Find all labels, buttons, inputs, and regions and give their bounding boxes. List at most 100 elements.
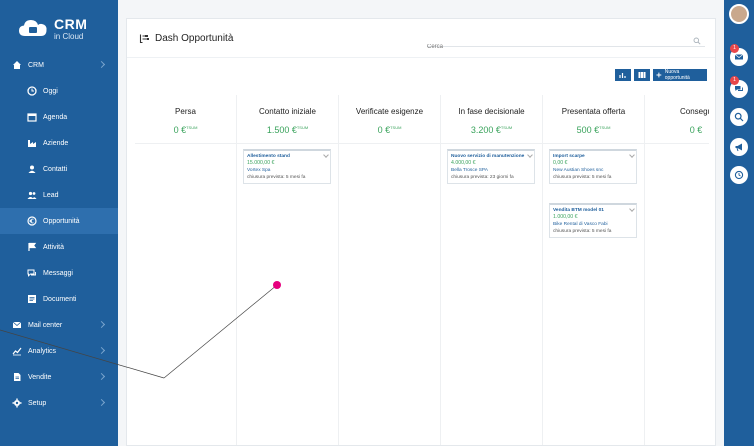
- column-total-value: 1.500 €: [266, 125, 297, 135]
- chat-icon: [735, 86, 743, 91]
- sidebar-item-vendite[interactable]: Vendite: [0, 364, 118, 390]
- sidebar-item-label: CRM: [28, 61, 44, 69]
- toolbar: Nuova opportunità: [615, 69, 707, 81]
- sidebar-item-analytics[interactable]: Analytics: [0, 338, 118, 364]
- column-contatto-iniziale: Contatto iniziale 1.500 €TSUM Allestimen…: [237, 95, 339, 445]
- chevron-icon: [97, 398, 106, 407]
- sidebar-item-label: Oggi: [43, 87, 58, 95]
- notification-badge: 1: [730, 44, 739, 53]
- column-verificate-esigenze: Verificate esigenze 0 €TSUM: [339, 95, 441, 445]
- column-title: Presentata offerta: [561, 107, 626, 116]
- opportunities-panel: Dash Opportunità Nuova opportunità Persa…: [126, 18, 716, 446]
- column-total-value: 500 €: [576, 125, 600, 135]
- sidebar-item-attivita[interactable]: Attività: [0, 234, 118, 260]
- opportunity-name: Allestimento stand: [247, 154, 290, 159]
- sidebar-item-label: Agenda: [43, 113, 68, 121]
- column-consegu: Consegu 0 €: [645, 95, 709, 445]
- sidebar-item-contatti[interactable]: Contatti: [0, 156, 118, 182]
- sidebar-item-label: Attività: [43, 243, 65, 251]
- history-button[interactable]: [730, 166, 748, 184]
- chart-view-button[interactable]: [615, 69, 631, 81]
- opportunity-company[interactable]: Bike Rental di Vasco Fabi: [553, 221, 633, 228]
- euro-icon: [27, 216, 37, 226]
- sidebar-item-label: Opportunità: [43, 217, 80, 225]
- chevron-icon: [97, 60, 106, 69]
- column-title: Verificate esigenze: [355, 107, 424, 116]
- column-total: 3.200 €TSUM: [441, 125, 542, 135]
- search-icon[interactable]: [693, 37, 701, 45]
- home-icon: [13, 61, 21, 69]
- search-button[interactable]: [730, 108, 748, 126]
- chevron-icon: [97, 372, 106, 381]
- opportunity-company[interactable]: Vortex Spa: [247, 167, 327, 174]
- sidebar-item-aziende[interactable]: Aziende: [0, 130, 118, 156]
- avatar[interactable]: [729, 4, 749, 24]
- sidebar-item-documenti[interactable]: Documenti: [0, 286, 118, 312]
- announcements-button[interactable]: [730, 138, 748, 156]
- chart-icon: [12, 347, 22, 356]
- sidebar-item-crm[interactable]: CRM: [0, 52, 118, 78]
- opportunity-card[interactable]: Nuovo servizio di manutenzione 4.000,00 …: [447, 149, 535, 184]
- columns-icon: [638, 72, 646, 78]
- chat-button[interactable]: 1: [730, 76, 748, 98]
- sidebar-item-label: Mail center: [28, 321, 63, 329]
- opportunity-closing: chiusura prevista: 5 mesi fa: [553, 175, 612, 180]
- logo[interactable]: CRM in Cloud: [18, 14, 108, 44]
- column-total-sup: TSUM: [500, 125, 513, 130]
- column-total-sup: TSUM: [390, 125, 402, 130]
- column-divider: [543, 143, 644, 144]
- column-total: 0 €TSUM: [135, 125, 236, 135]
- sidebar: CRM in Cloud CRM Oggi Agenda Aziende Con…: [0, 0, 118, 446]
- messages-button[interactable]: 1: [730, 44, 748, 66]
- chevron-icon: [97, 346, 106, 355]
- sidebar-item-label: Aziende: [43, 139, 69, 147]
- sidebar-item-mail-center[interactable]: Mail center: [0, 312, 118, 338]
- factory-icon: [28, 140, 36, 147]
- column-presentata-offerta: Presentata offerta 500 €TSUM Import scar…: [543, 95, 645, 445]
- sidebar-item-opportunita[interactable]: Opportunità: [0, 208, 118, 234]
- new-opportunity-button[interactable]: Nuova opportunità: [653, 69, 707, 81]
- sidebar-item-label: Contatti: [43, 165, 68, 173]
- opportunity-closing: chiusura prevista: 5 mesi fa: [247, 175, 306, 180]
- column-divider: [645, 143, 709, 144]
- opportunity-card[interactable]: Vendita BTM model 01 1.000,00 € Bike Ren…: [549, 203, 637, 238]
- logo-subtitle: in Cloud: [54, 32, 84, 41]
- users-icon: [27, 191, 37, 199]
- column-total-value: 3.200 €: [470, 125, 501, 135]
- opportunity-closing: chiusura prevista: 23 giorni fa: [451, 175, 514, 180]
- opportunity-amount: 1.000,00 €: [553, 214, 578, 220]
- sidebar-item-agenda[interactable]: Agenda: [0, 104, 118, 130]
- sidebar-item-messaggi[interactable]: Messaggi: [0, 260, 118, 286]
- sidebar-item-setup[interactable]: Setup: [0, 390, 118, 416]
- right-toolbar: 1 1: [724, 0, 754, 446]
- calendar-icon: [27, 113, 37, 122]
- column-total-sup: TSUM: [296, 125, 309, 130]
- column-divider: [237, 143, 338, 144]
- opportunity-amount: 4.000,00 €: [451, 160, 476, 166]
- opportunity-card[interactable]: Allestimento stand 15.000,00 € Vortex Sp…: [243, 149, 331, 184]
- search-icon: [734, 112, 744, 122]
- chevron-icon: [97, 320, 106, 329]
- new-opportunity-label: Nuova opportunità: [664, 69, 690, 81]
- logo-title: CRM: [54, 16, 88, 32]
- notification-badge: 1: [730, 76, 739, 85]
- cloud-logo-icon: [19, 20, 47, 36]
- header-divider: [127, 57, 715, 58]
- column-divider: [441, 143, 542, 144]
- opportunity-card[interactable]: Import scarpe 0,00 € New Austian Shoes s…: [549, 149, 637, 184]
- opportunity-company[interactable]: Bella Trosce SPA: [451, 167, 531, 174]
- add-icon: [656, 72, 662, 78]
- column-in-fase-decisionale: In fase decisionale 3.200 €TSUM Nuovo se…: [441, 95, 543, 445]
- search-input[interactable]: [427, 41, 677, 53]
- sidebar-item-lead[interactable]: Lead: [0, 182, 118, 208]
- opportunity-amount: 15.000,00 €: [247, 160, 275, 166]
- sidebar-item-label: Analytics: [28, 347, 57, 355]
- bar-chart-icon: [619, 73, 626, 78]
- opportunity-name: Vendita BTM model 01: [553, 208, 604, 213]
- column-divider: [339, 143, 440, 144]
- opportunity-amount: 0,00 €: [553, 160, 568, 166]
- clock-icon: [27, 86, 37, 96]
- kanban-view-button[interactable]: [634, 69, 650, 81]
- sidebar-item-oggi[interactable]: Oggi: [0, 78, 118, 104]
- opportunity-company[interactable]: New Austian Shoes snc: [553, 167, 633, 174]
